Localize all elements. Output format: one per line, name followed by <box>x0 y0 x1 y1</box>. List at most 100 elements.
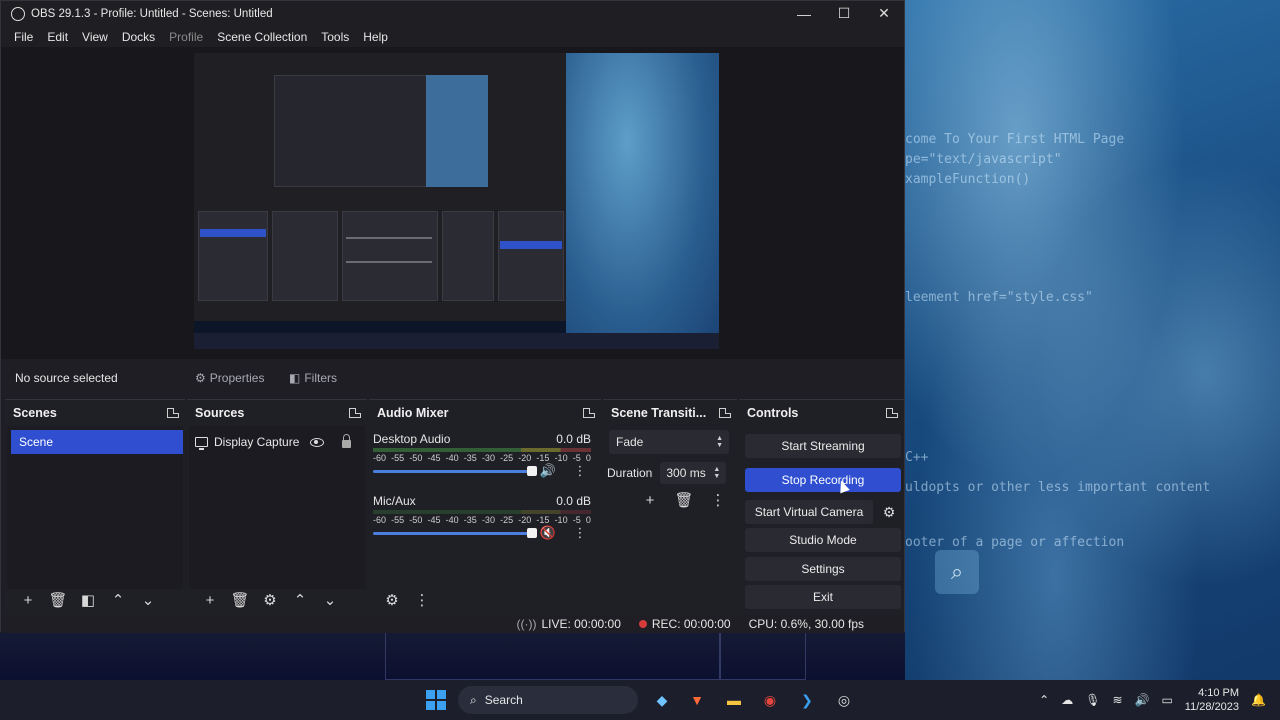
scene-filters-button[interactable]: ◧ <box>73 588 103 612</box>
volume-icon[interactable]: 🔊 <box>1135 693 1150 707</box>
spin-arrows-icon[interactable]: ▲ ▼ <box>713 466 720 480</box>
controls-title: Controls <box>747 405 799 420</box>
brave-browser-icon[interactable]: ▼ <box>685 688 709 712</box>
advanced-audio-properties-button[interactable]: ⚙ <box>377 588 407 612</box>
sources-dock: Sources Display Capture + 🗑 ⚙ ⌃ ⌄ <box>187 399 367 615</box>
scene-item[interactable]: Scene <box>11 430 183 454</box>
menu-file[interactable]: File <box>7 30 40 44</box>
menu-edit[interactable]: Edit <box>40 30 75 44</box>
rec-status: REC: 00:00:00 <box>638 617 731 631</box>
window-title: OBS 29.1.3 - Profile: Untitled - Scenes:… <box>31 7 273 20</box>
menu-profile[interactable]: Profile <box>162 30 210 44</box>
add-source-button[interactable]: + <box>195 588 225 612</box>
undock-icon[interactable] <box>349 407 361 418</box>
minimize-button[interactable]: — <box>784 1 824 26</box>
scenes-title: Scenes <box>13 405 57 420</box>
source-item[interactable]: Display Capture <box>191 430 357 454</box>
transition-select[interactable]: Fade ▲ ▼ <box>609 430 729 454</box>
virtual-camera-settings-gear-icon[interactable]: ⚙ <box>878 500 900 524</box>
settings-button[interactable]: Settings <box>745 557 901 581</box>
maximize-button[interactable]: ☐ <box>824 1 864 26</box>
exit-button[interactable]: Exit <box>745 585 901 609</box>
mixer-menu-button[interactable]: ⋮ <box>407 588 437 612</box>
undock-icon[interactable] <box>719 407 731 418</box>
copilot-icon[interactable]: ◆ <box>650 688 674 712</box>
network-icon[interactable]: ☁ <box>1061 693 1073 707</box>
taskbar-search[interactable]: ⌕ Search <box>458 686 638 714</box>
file-explorer-icon[interactable]: ▬ <box>722 688 746 712</box>
obs-window: OBS 29.1.3 - Profile: Untitled - Scenes:… <box>0 0 905 633</box>
remove-scene-button[interactable]: 🗑 <box>43 588 73 612</box>
channel-name: Mic/Aux <box>373 494 416 508</box>
battery-icon[interactable]: ▭ <box>1161 693 1172 707</box>
studio-mode-button[interactable]: Studio Mode <box>745 528 901 552</box>
meter-ticks: -60 -55 -50 -45 -40 -35 -30 -25 -20 -15 -10 -5 0 <box>373 515 591 525</box>
add-scene-button[interactable]: + <box>13 588 43 612</box>
volume-knob[interactable] <box>527 528 537 538</box>
start-streaming-button[interactable]: Start Streaming <box>745 434 901 458</box>
wifi-icon[interactable]: ≋ <box>1112 693 1122 707</box>
menu-scene-collection[interactable]: Scene Collection <box>210 30 314 44</box>
windows-logo-icon <box>426 690 446 710</box>
muted-speaker-icon[interactable]: 🔇 <box>540 525 556 540</box>
chrome-icon[interactable]: ◉ <box>758 688 782 712</box>
title-bar: OBS 29.1.3 - Profile: Untitled - Scenes:… <box>1 1 904 26</box>
speaker-icon[interactable]: 🔊 <box>540 463 556 478</box>
notification-bell-icon[interactable]: 🔔 <box>1251 693 1266 707</box>
scene-transitions-title: Scene Transiti... <box>611 405 707 420</box>
undock-icon[interactable] <box>583 407 595 418</box>
menu-help[interactable]: Help <box>356 30 395 44</box>
remove-transition-button[interactable]: 🗑 <box>669 488 699 512</box>
chevron-up-icon[interactable]: ⌃ <box>1039 693 1049 707</box>
menu-view[interactable]: View <box>75 30 115 44</box>
obs-logo-icon <box>11 6 25 21</box>
scenes-list: Scene <box>7 426 183 589</box>
menu-bar: File Edit View Docks Profile Scene Colle… <box>1 26 904 47</box>
audio-mixer-title: Audio Mixer <box>377 405 449 420</box>
visibility-eye-icon[interactable] <box>310 437 324 447</box>
stop-recording-button[interactable]: Stop Recording <box>745 468 901 492</box>
menu-docks[interactable]: Docks <box>115 30 162 44</box>
start-virtual-camera-button[interactable]: Start Virtual Camera <box>745 500 873 524</box>
volume-slider[interactable] <box>373 528 537 538</box>
obs-taskbar-icon[interactable]: ◎ <box>832 688 856 712</box>
close-button[interactable]: ✕ <box>864 1 904 26</box>
transition-menu-button[interactable]: ⋮ <box>703 488 733 512</box>
channel-name: Desktop Audio <box>373 432 451 446</box>
lock-icon[interactable] <box>342 434 351 448</box>
start-button[interactable] <box>424 688 448 712</box>
windows-taskbar: ⌕ Search ◆ ▼ ▬ ◉ ❯ ◎ ⌃ ☁ 🎙 ≋ 🔊 ▭ 4:10 PM… <box>0 680 1280 720</box>
status-bar: ((·)) LIVE: 00:00:00 REC: 00:00:00 CPU: 0… <box>1 615 904 633</box>
source-properties-button[interactable]: ⚙ <box>255 588 285 612</box>
microphone-icon[interactable]: 🎙 <box>1085 693 1100 707</box>
desktop-bottom-strip <box>0 632 905 680</box>
clock[interactable]: 4:10 PM 11/28/2023 <box>1185 686 1239 714</box>
volume-knob[interactable] <box>527 466 537 476</box>
select-arrows-icon: ▲ ▼ <box>716 435 723 449</box>
move-scene-down-button[interactable]: ⌄ <box>133 588 163 612</box>
controls-dock: Controls Start Streaming Stop Recording … <box>739 399 904 615</box>
remove-source-button[interactable]: 🗑 <box>225 588 255 612</box>
add-transition-button[interactable]: + <box>635 488 665 512</box>
preview-canvas[interactable] <box>194 53 719 349</box>
undock-icon[interactable] <box>886 407 898 418</box>
level-meter <box>373 510 591 514</box>
volume-slider[interactable] <box>373 466 537 476</box>
move-scene-up-button[interactable]: ⌃ <box>103 588 133 612</box>
vscode-icon[interactable]: ❯ <box>795 688 819 712</box>
search-icon: ⌕ <box>470 692 477 707</box>
filters-button[interactable]: ◧ Filters <box>289 368 337 388</box>
preview-area <box>1 47 904 359</box>
record-dot-icon <box>638 620 647 628</box>
kebab-menu-icon[interactable]: ⋮ <box>573 525 587 540</box>
move-source-up-button[interactable]: ⌃ <box>285 588 315 612</box>
sources-title: Sources <box>195 405 245 420</box>
properties-button[interactable]: ⚙ Properties <box>195 368 264 388</box>
duration-input[interactable]: 300 ms ▲ ▼ <box>660 462 727 484</box>
channel-db: 0.0 dB <box>556 494 591 508</box>
menu-tools[interactable]: Tools <box>314 30 356 44</box>
undock-icon[interactable] <box>167 407 179 418</box>
move-source-down-button[interactable]: ⌄ <box>315 588 345 612</box>
kebab-menu-icon[interactable]: ⋮ <box>573 463 587 478</box>
source-status: No source selected <box>15 371 118 385</box>
